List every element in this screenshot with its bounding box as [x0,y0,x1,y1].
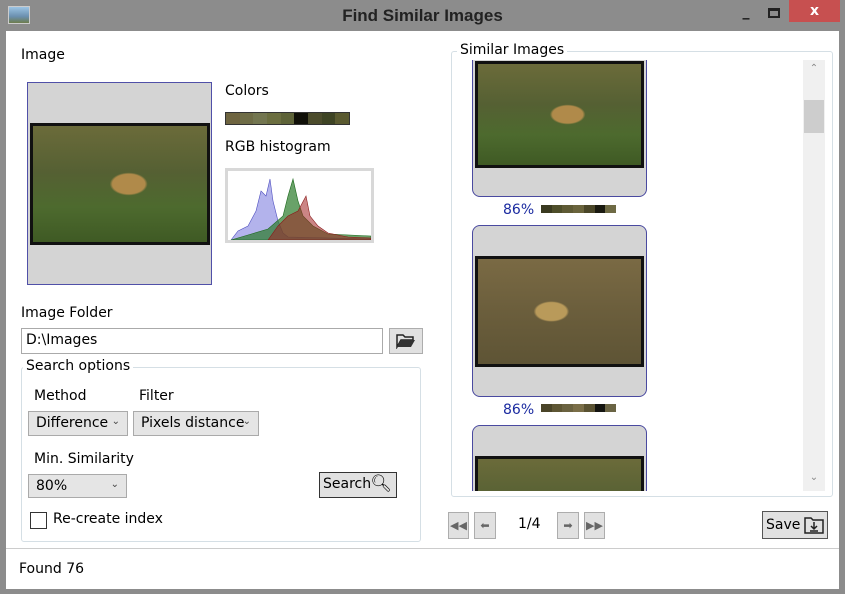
color-swatch [594,205,606,213]
status-bar: Found 76 [6,548,839,589]
search-button[interactable]: Search 🔍︎ [319,472,397,498]
color-swatch [541,404,552,412]
chevron-down-icon: ⌄ [242,416,251,427]
similar-images-title: Similar Images [457,42,568,58]
save-folder-icon [804,517,824,534]
color-swatch [267,113,281,124]
result-image [475,61,644,168]
color-swatch [583,404,595,412]
search-button-label: Search [323,476,372,492]
color-swatch [321,113,336,124]
result-color-bar [541,205,617,213]
minimize-button[interactable]: _ [736,4,756,22]
color-swatch [573,404,584,412]
color-swatch [583,205,595,213]
color-swatch [226,113,240,124]
magnifier-icon: 🔍︎ [370,474,392,494]
color-swatch [280,113,295,124]
image-folder-input[interactable]: D:\Images [21,328,383,354]
color-swatch [551,404,563,412]
filter-label: Filter [139,388,174,404]
method-select[interactable]: Difference ⌄ [28,411,128,436]
results-list[interactable]: 86% 86% ⌃ ⌄ [457,60,825,491]
color-swatch [594,404,606,412]
color-bar [225,112,350,125]
scroll-up-icon[interactable]: ⌃ [803,63,825,74]
image-label: Image [21,47,65,63]
window-title: Find Similar Images [342,6,503,25]
color-swatch [335,113,350,124]
result-card-3[interactable] [472,425,647,491]
result-color-bar [541,404,617,412]
maximize-button[interactable] [764,4,784,22]
filter-value: Pixels distance [141,415,245,431]
query-image-frame[interactable] [27,82,212,285]
color-swatch [308,113,322,124]
maximize-icon [768,8,780,18]
color-swatch [551,205,563,213]
colors-label: Colors [225,83,269,99]
vertical-scrollbar[interactable]: ⌃ ⌄ [803,60,825,491]
filter-select[interactable]: Pixels distance ⌄ [133,411,259,436]
result-image [475,456,644,491]
last-page-button[interactable]: ▶▶ [584,512,605,539]
scroll-down-icon[interactable]: ⌄ [803,472,825,483]
result-similarity: 86% [503,202,535,218]
page-indicator: 1/4 [518,516,541,532]
color-swatch [253,113,268,124]
result-card-2[interactable] [472,225,647,397]
query-image [30,123,210,245]
color-swatch [605,404,617,412]
previous-page-button[interactable]: ⬅ [474,512,496,539]
color-swatch [562,404,574,412]
min-similarity-value: 80% [36,478,68,494]
color-swatch [239,113,254,124]
color-swatch [541,205,552,213]
next-page-button[interactable]: ➡ [557,512,579,539]
scrollbar-thumb[interactable] [804,100,824,133]
last-page-icon: ▶▶ [586,519,603,532]
color-swatch [294,113,309,124]
close-button[interactable]: x [789,0,840,22]
browse-folder-button[interactable] [389,328,423,354]
first-page-button[interactable]: ◀◀ [448,512,469,539]
save-button[interactable]: Save [762,511,828,539]
color-swatch [562,205,574,213]
save-button-label: Save [766,517,801,533]
arrow-left-icon: ⬅ [480,519,490,532]
result-similarity: 86% [503,402,535,418]
image-folder-label: Image Folder [21,305,113,321]
recreate-index-checkbox[interactable] [30,512,47,529]
method-label: Method [34,388,87,404]
chevron-down-icon: ⌄ [110,479,119,490]
recreate-index-label: Re-create index [53,511,163,527]
min-similarity-select[interactable]: 80% ⌄ [28,474,127,498]
min-similarity-label: Min. Similarity [34,451,134,467]
histogram-label: RGB histogram [225,139,331,155]
result-image [475,256,644,367]
color-swatch [605,205,617,213]
chevron-down-icon: ⌄ [111,416,120,427]
color-swatch [573,205,584,213]
folder-open-icon [396,334,415,350]
first-page-icon: ◀◀ [450,519,467,532]
arrow-right-icon: ➡ [563,519,573,532]
rgb-histogram [225,168,374,243]
method-value: Difference [36,415,109,431]
search-options-title: Search options [23,358,134,374]
status-text: Found 76 [19,561,85,577]
result-card-1[interactable] [472,60,647,197]
